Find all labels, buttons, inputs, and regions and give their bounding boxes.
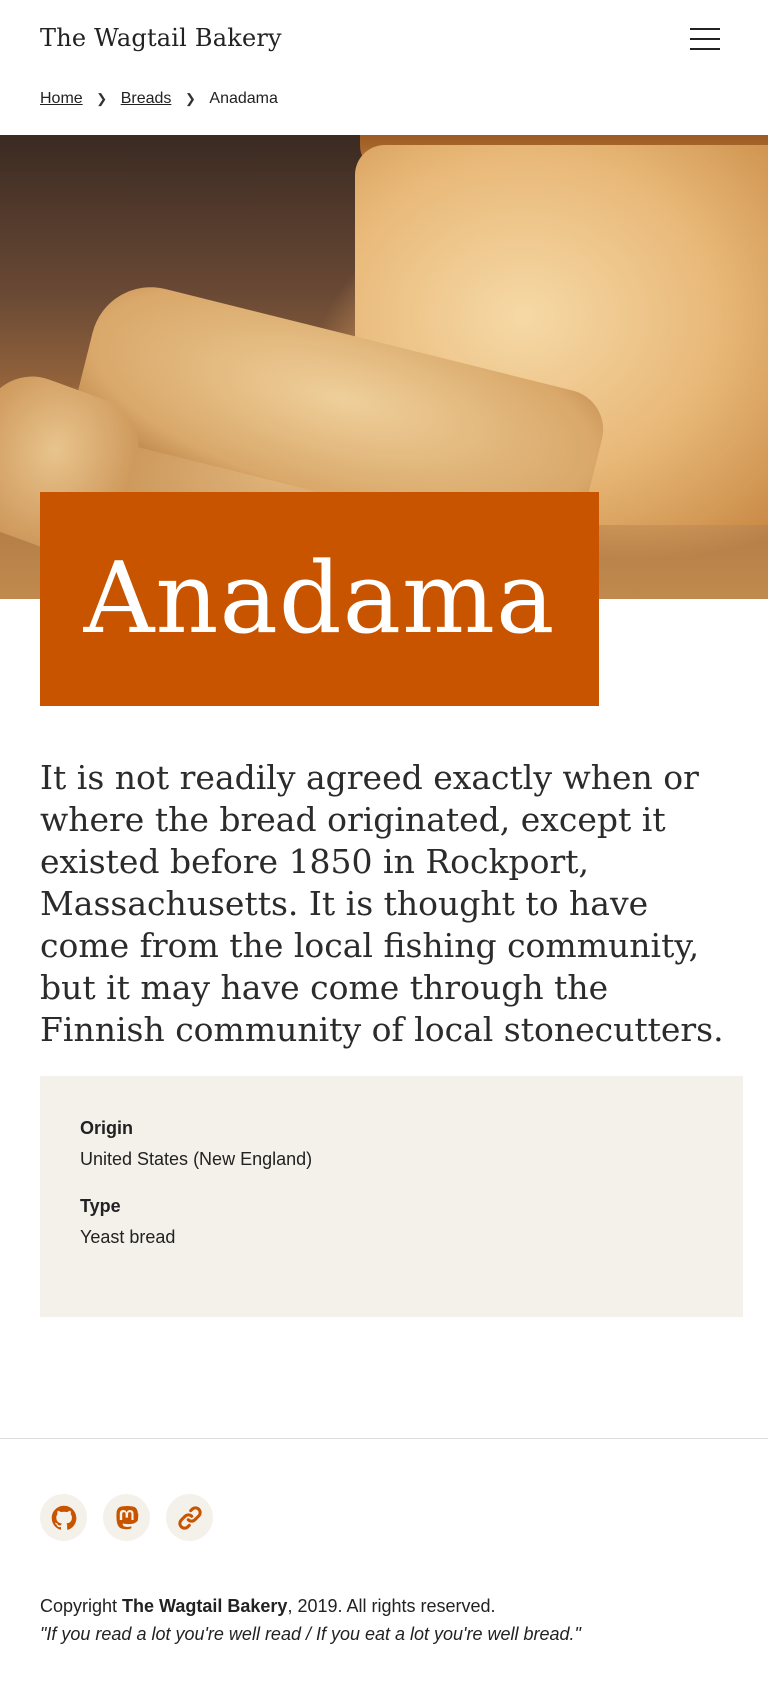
- link-icon: [177, 1505, 202, 1530]
- origin-label: Origin: [80, 1118, 133, 1138]
- menu-icon-bar: [690, 28, 720, 30]
- website-link[interactable]: [166, 1494, 213, 1541]
- social-links: [40, 1494, 213, 1541]
- origin-value: United States (New England): [80, 1149, 313, 1169]
- menu-button[interactable]: [686, 22, 722, 54]
- bread-details-panel: Origin United States (New England) Type …: [40, 1076, 743, 1317]
- type-label: Type: [80, 1196, 121, 1216]
- copyright-text: Copyright The Wagtail Bakery, 2019. All …: [40, 1596, 496, 1617]
- footer-divider: [0, 1438, 768, 1439]
- type-value: Yeast bread: [80, 1227, 176, 1247]
- site-header: The Wagtail Bakery: [0, 0, 768, 80]
- page-title-box: Anadama: [40, 492, 599, 706]
- breadcrumb-breads-link[interactable]: Breads: [121, 90, 172, 108]
- breadcrumb-home-link[interactable]: Home: [40, 90, 83, 108]
- site-title-link[interactable]: The Wagtail Bakery: [40, 24, 282, 52]
- github-icon: [51, 1505, 76, 1530]
- github-link[interactable]: [40, 1494, 87, 1541]
- breadcrumb: Home ❯ Breads ❯ Anadama: [40, 90, 278, 108]
- copyright-brand: The Wagtail Bakery: [122, 1596, 288, 1616]
- copyright-suffix: , 2019. All rights reserved.: [287, 1596, 496, 1616]
- breadcrumb-current: Anadama: [209, 90, 278, 107]
- menu-icon-bar: [690, 38, 720, 40]
- page-intro: It is not readily agreed exactly when or…: [40, 758, 724, 1049]
- chevron-right-icon: ❯: [184, 91, 196, 106]
- chevron-right-icon: ❯: [96, 91, 108, 106]
- mastodon-link[interactable]: [103, 1494, 150, 1541]
- page-title: Anadama: [83, 542, 556, 656]
- mastodon-icon: [115, 1505, 138, 1529]
- menu-icon-bar: [690, 48, 720, 50]
- footer-quote: "If you read a lot you're well read / If…: [40, 1624, 581, 1644]
- copyright-prefix: Copyright: [40, 1596, 123, 1616]
